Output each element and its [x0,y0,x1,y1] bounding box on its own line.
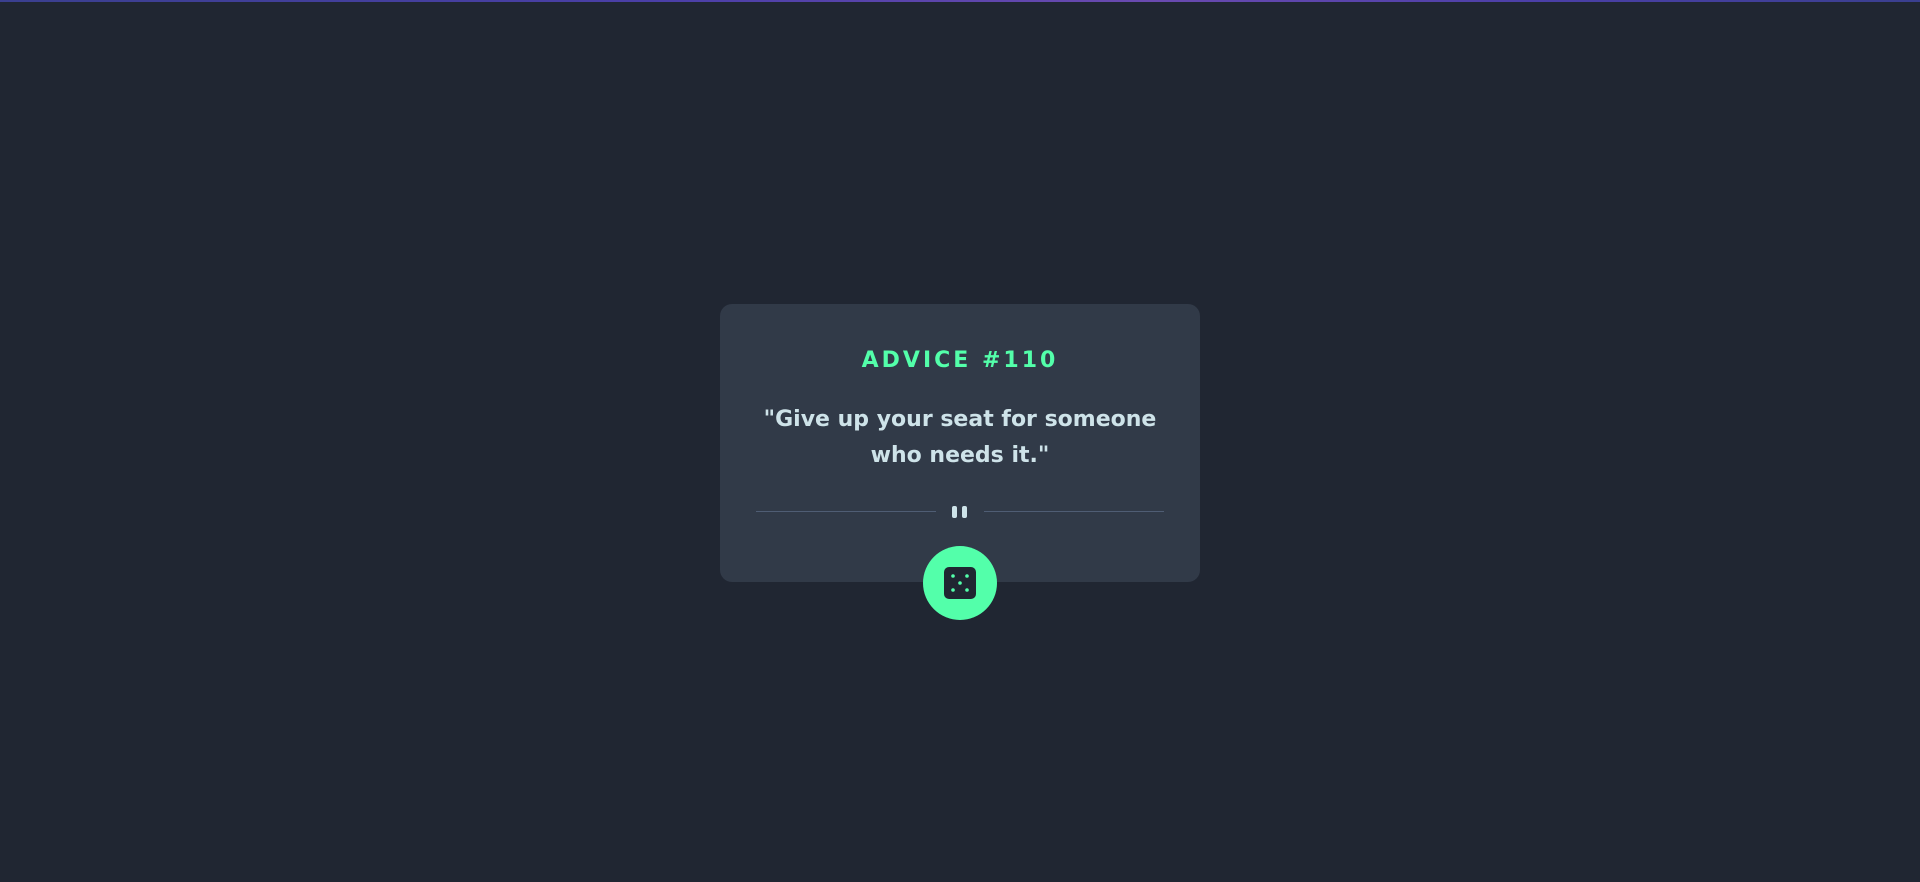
advice-quote: "Give up your seat for someone who needs… [763,407,1157,468]
divider-line-left [756,511,936,512]
dice-icon [944,567,976,599]
advice-heading: ADVICE #110 [861,348,1059,373]
new-advice-button[interactable] [923,546,997,620]
advice-card: ADVICE #110 "Give up your seat for someo… [720,304,1200,582]
top-accent-strip [0,0,1920,2]
pattern-divider [756,504,1164,520]
divider-line-right [984,511,1164,512]
pause-icon [950,504,970,520]
